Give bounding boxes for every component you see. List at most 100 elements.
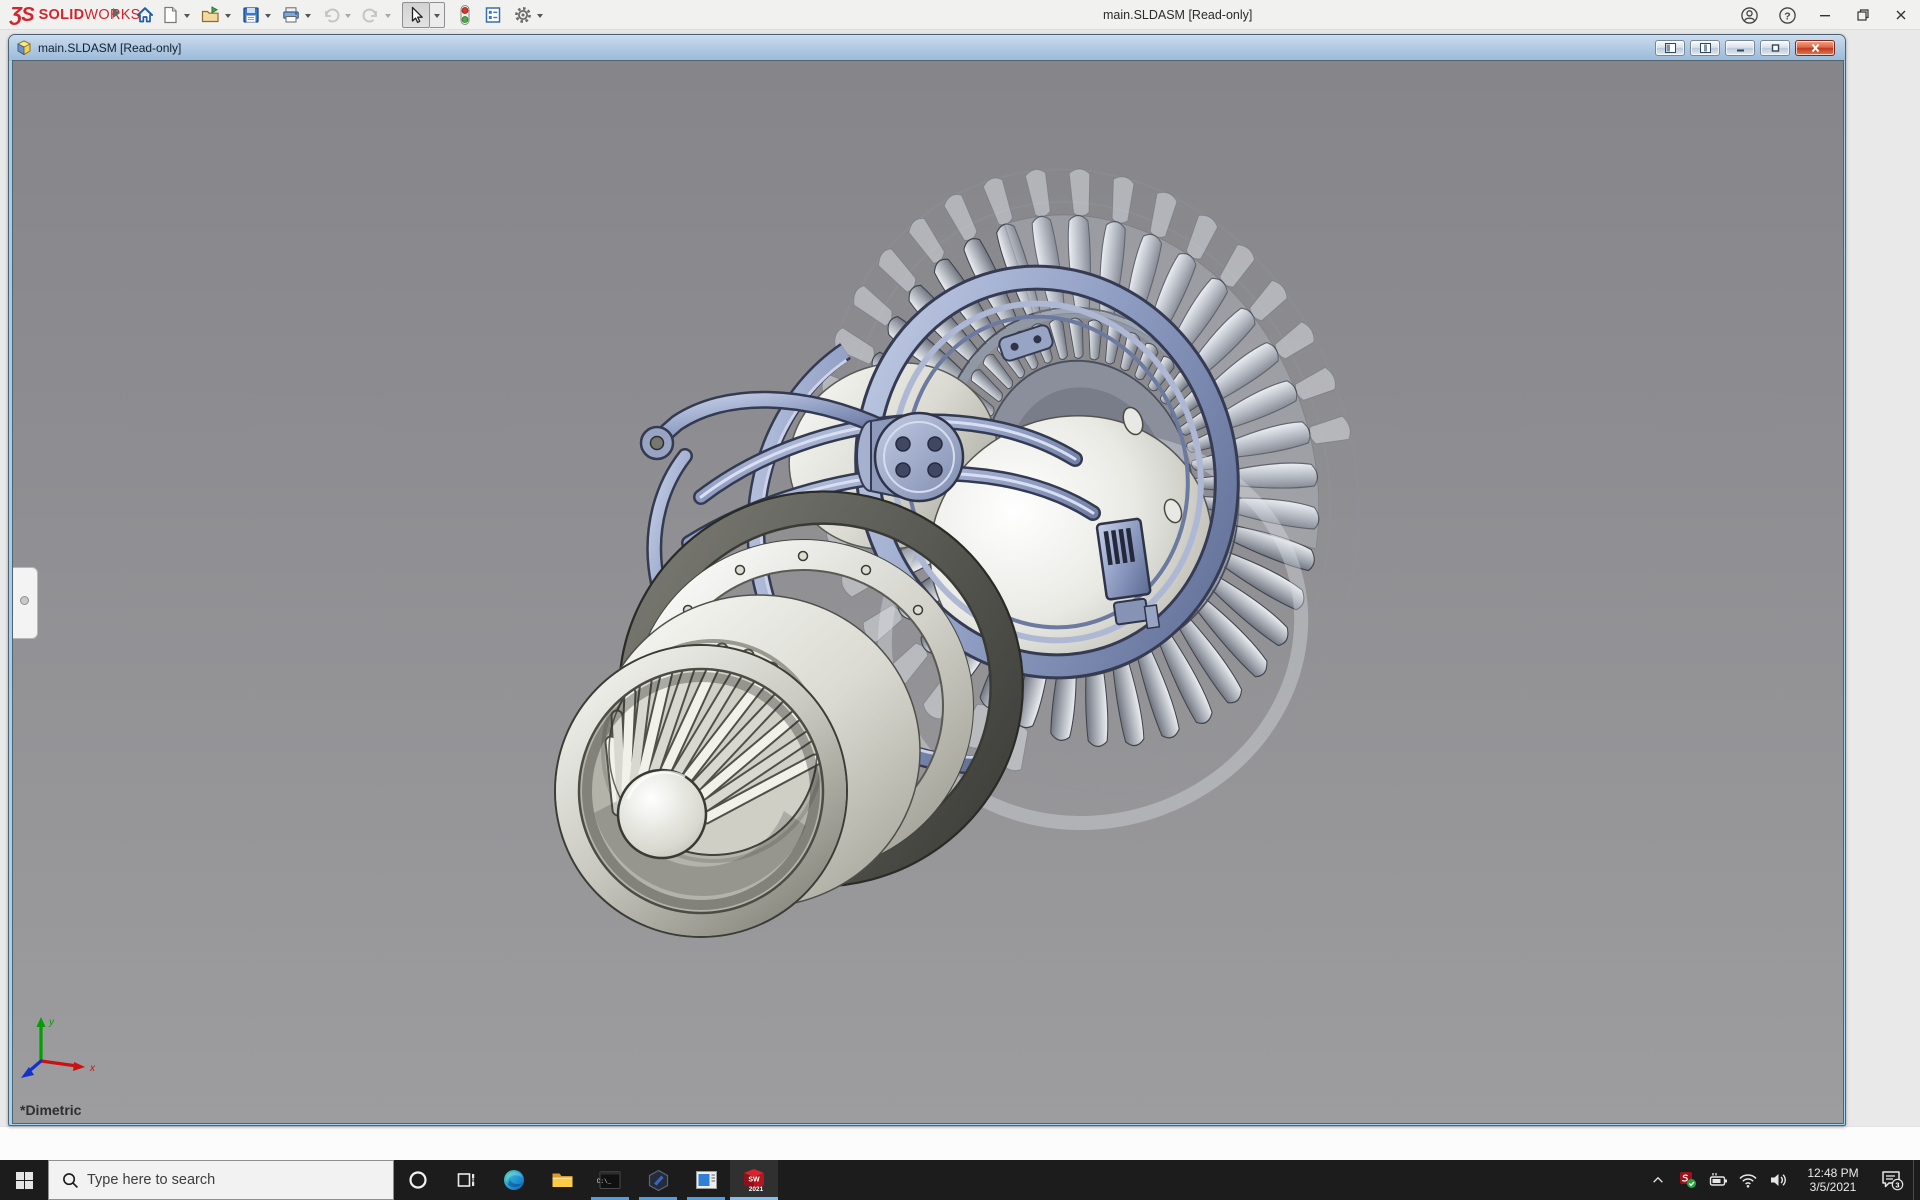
search-input[interactable] <box>87 1172 357 1188</box>
taskbar-window-app-button[interactable] <box>682 1160 730 1200</box>
save-dropdown[interactable] <box>265 14 271 21</box>
account-icon <box>1740 6 1759 25</box>
restore-button[interactable] <box>1844 0 1882 30</box>
rebuild-button[interactable] <box>454 2 476 28</box>
close-button[interactable] <box>1882 0 1920 30</box>
solidworks-tray-icon <box>1679 1171 1697 1189</box>
windows-taskbar: C:\_ SW 2021 <box>0 1160 1920 1200</box>
wifi-icon <box>1738 1171 1758 1189</box>
taskbar-command-prompt-button[interactable]: C:\_ <box>586 1160 634 1200</box>
tray-overflow-button[interactable] <box>1643 1160 1673 1200</box>
reference-triad[interactable]: y x <box>15 1013 107 1091</box>
open-icon <box>200 5 221 25</box>
doc-minimize-button[interactable] <box>1725 40 1755 56</box>
notification-badge: 3 <box>1895 1180 1899 1189</box>
tray-volume-button[interactable] <box>1763 1160 1795 1200</box>
print-icon <box>281 5 301 25</box>
taskbar-cortana-button[interactable] <box>394 1160 442 1200</box>
new-document-button[interactable] <box>158 2 183 28</box>
document-window: main.SLDASM [Read-only] <box>8 34 1846 1126</box>
featuremanager-tab-handle-icon <box>20 596 29 605</box>
doc-pane-right-button[interactable] <box>1690 40 1720 56</box>
action-center-button[interactable]: 3 <box>1871 1160 1913 1200</box>
redo-icon <box>361 5 381 25</box>
print-button[interactable] <box>278 2 304 28</box>
system-tray: 12:48 PM 3/5/2021 3 <box>1643 1160 1920 1200</box>
pane-left-icon <box>1665 43 1676 53</box>
restore-icon <box>1856 8 1870 22</box>
nozzle-hub <box>618 770 706 858</box>
undo-button[interactable] <box>318 2 344 28</box>
tray-network-button[interactable] <box>1733 1160 1763 1200</box>
options-dropdown[interactable] <box>537 14 543 21</box>
taskbar-file-explorer-button[interactable] <box>538 1160 586 1200</box>
window-app-icon <box>695 1170 718 1190</box>
svg-text:?: ? <box>1784 11 1790 22</box>
taskbar-edge-button[interactable] <box>490 1160 538 1200</box>
redo-button[interactable] <box>358 2 384 28</box>
taskbar-search[interactable] <box>48 1160 394 1200</box>
save-button[interactable] <box>238 2 264 28</box>
close-icon <box>1894 8 1908 22</box>
print-dropdown[interactable] <box>305 14 311 21</box>
select-button[interactable] <box>402 2 430 28</box>
svg-text:SW: SW <box>748 1177 760 1184</box>
action-center-icon: 3 <box>1880 1168 1904 1192</box>
taskbar-task-view-button[interactable] <box>442 1160 490 1200</box>
pane-split-icon <box>1700 43 1711 53</box>
menu-flyout-arrow[interactable] <box>113 8 125 18</box>
undo-icon <box>321 5 341 25</box>
tray-clock[interactable]: 12:48 PM 3/5/2021 <box>1795 1160 1871 1200</box>
save-icon <box>241 5 261 25</box>
app-client-area: main.SLDASM [Read-only] <box>0 30 1920 1160</box>
options-button[interactable] <box>510 2 536 28</box>
accessory-flange <box>857 413 963 501</box>
home-button[interactable] <box>132 2 158 28</box>
doc-minimize-icon <box>1735 43 1746 53</box>
search-icon <box>62 1172 79 1189</box>
home-icon <box>135 5 155 25</box>
nozzle-assembly <box>555 641 847 937</box>
open-dropdown[interactable] <box>225 14 231 21</box>
show-desktop-button[interactable] <box>1913 1160 1920 1200</box>
doc-pane-left-button[interactable] <box>1655 40 1685 56</box>
rebuild-traffic-light-icon <box>457 4 473 26</box>
doc-close-icon <box>1810 43 1821 53</box>
doc-restore-button[interactable] <box>1760 40 1790 56</box>
file-properties-button[interactable] <box>480 2 506 28</box>
open-button[interactable] <box>197 2 224 28</box>
taskbar-solidworks-button[interactable]: SW 2021 <box>730 1160 778 1200</box>
assembly-document-icon <box>16 40 32 56</box>
undo-dropdown[interactable] <box>345 14 351 21</box>
help-button[interactable]: ? <box>1768 0 1806 30</box>
doc-close-button[interactable] <box>1795 40 1835 56</box>
taskbar-hexagon-app-button[interactable] <box>634 1160 682 1200</box>
triad-x-label: x <box>89 1063 96 1074</box>
solidworks-app-icon: SW 2021 <box>740 1165 768 1195</box>
task-view-icon <box>456 1170 476 1190</box>
statusbar <box>0 1126 1920 1160</box>
jet-engine-model <box>13 61 1843 1123</box>
select-dropdown[interactable] <box>434 14 440 21</box>
triad-y-label: y <box>48 1017 55 1028</box>
hexagon-app-icon <box>647 1169 670 1192</box>
solidworks-logo-mark: ƷS <box>10 4 34 27</box>
account-button[interactable] <box>1730 0 1768 30</box>
app-titlebar: ƷS SOLID WORKS <box>0 0 1920 30</box>
featuremanager-collapsed-tab[interactable] <box>13 567 38 639</box>
graphics-viewport[interactable]: y x *Dimetric <box>13 61 1843 1123</box>
minimize-button[interactable] <box>1806 0 1844 30</box>
select-cursor-icon <box>406 5 426 25</box>
help-icon: ? <box>1778 6 1797 25</box>
start-button[interactable] <box>0 1160 48 1200</box>
tray-solidworks-status-button[interactable] <box>1673 1160 1703 1200</box>
chevron-up-icon <box>1651 1174 1665 1186</box>
volume-icon <box>1769 1171 1789 1189</box>
new-document-dropdown[interactable] <box>184 14 190 21</box>
document-titlebar[interactable]: main.SLDASM [Read-only] <box>9 35 1845 61</box>
redo-dropdown[interactable] <box>385 14 391 21</box>
tray-battery-button[interactable] <box>1703 1160 1733 1200</box>
battery-icon <box>1708 1171 1728 1189</box>
quick-access-toolbar <box>132 0 550 30</box>
file-properties-icon <box>483 5 503 25</box>
